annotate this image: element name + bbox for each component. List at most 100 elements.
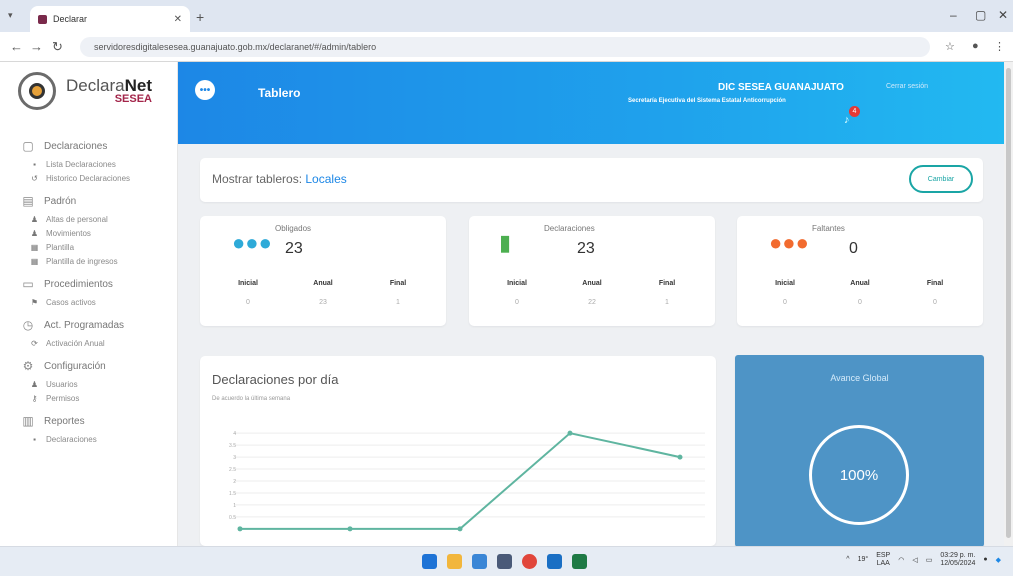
- restore-icon[interactable]: ▢: [975, 8, 986, 22]
- browser-tab-title: Declarar: [53, 14, 88, 24]
- reload-icon[interactable]: ↻: [52, 39, 63, 55]
- sidebar-item-casos-activos[interactable]: ⚑ Casos activos: [0, 295, 178, 309]
- boards-selector: Mostrar tableros: Locales: [212, 172, 347, 186]
- clock-icon: ◷: [22, 318, 34, 332]
- sidebar-item-label: Plantilla: [46, 242, 75, 252]
- stat-label: Obligados: [275, 224, 312, 233]
- user-name: DIC SESEA GUANAJUATO: [718, 82, 844, 93]
- stat-value: 0: [849, 240, 858, 257]
- page-title: Tablero: [258, 86, 301, 100]
- sidebar-section-padron[interactable]: ▤ Padrón: [0, 190, 178, 212]
- forward-icon[interactable]: →: [30, 39, 43, 54]
- change-boards-button[interactable]: Cambiar: [909, 165, 973, 193]
- app-logo[interactable]: DeclaraNet SESEA: [18, 72, 152, 110]
- stat-col-value: 0: [933, 299, 937, 306]
- sidebar-item-lista-declaraciones[interactable]: ▪ Lista Declaraciones: [0, 157, 178, 171]
- wifi-icon[interactable]: ◠: [898, 556, 904, 564]
- people-icon: ●●●: [232, 230, 272, 255]
- excel-icon[interactable]: [572, 554, 587, 569]
- minimize-icon[interactable]: –: [950, 8, 957, 22]
- notification-badge: 4: [849, 106, 860, 117]
- more-icon[interactable]: ⋮: [994, 40, 1005, 53]
- boards-label: Mostrar tableros:: [212, 172, 303, 186]
- sidebar-item-permisos[interactable]: ⚷ Permisos: [0, 391, 178, 405]
- chart-icon: ▥: [22, 414, 34, 428]
- tab-list-icon[interactable]: ▾: [8, 10, 13, 21]
- url-field[interactable]: servidoresdigitalesesea.guanajuato.gob.m…: [80, 37, 930, 57]
- chrome-icon[interactable]: [522, 554, 537, 569]
- favicon-icon: [38, 14, 47, 24]
- stat-col-value: 1: [665, 299, 669, 306]
- sidebar-section-label: Procedimientos: [44, 278, 113, 290]
- sidebar-section-reportes[interactable]: ▥ Reportes: [0, 410, 178, 432]
- sidebar-item-altas-personal[interactable]: ♟ Altas de personal: [0, 212, 178, 226]
- copilot-icon[interactable]: ◆: [996, 556, 1001, 564]
- new-tab-icon[interactable]: +: [196, 9, 204, 25]
- page-scrollbar[interactable]: [1004, 62, 1013, 546]
- sidebar-item-plantilla-ingresos[interactable]: ▦ Plantilla de ingresos: [0, 254, 178, 268]
- windows-start-icon[interactable]: [422, 554, 437, 569]
- url-text: servidoresdigitalesesea.guanajuato.gob.m…: [94, 42, 377, 52]
- sidebar-section-configuracion[interactable]: ⚙ Configuración: [0, 355, 178, 377]
- y-tick-label: 1.5: [229, 491, 236, 497]
- logout-link[interactable]: Cerrar sesión: [886, 83, 928, 90]
- user-add-icon: ♟: [30, 214, 39, 224]
- sidebar-item-reportes-declaraciones[interactable]: ▪ Declaraciones: [0, 432, 178, 446]
- sidebar-section-act-programadas[interactable]: ◷ Act. Programadas: [0, 314, 178, 336]
- notification-icon[interactable]: ●: [983, 556, 987, 563]
- stat-card-obligados: ●●● Obligados 23 Inicial 0 Anual 23 Final 1: [200, 216, 446, 326]
- photos-icon[interactable]: [472, 554, 487, 569]
- sidebar-item-plantilla[interactable]: ▦ Plantilla: [0, 240, 178, 254]
- sidebar-section-declaraciones[interactable]: ▢ Declaraciones: [0, 135, 178, 157]
- sidebar-section-label: Configuración: [44, 360, 106, 372]
- stat-label: Declaraciones: [544, 224, 595, 233]
- profile-icon[interactable]: ●: [972, 40, 979, 52]
- stat-col-value: 1: [396, 299, 400, 306]
- sidebar-section-label: Declaraciones: [44, 140, 108, 152]
- language-bottom: LAA: [876, 559, 890, 567]
- scrollbar-thumb[interactable]: [1006, 68, 1011, 538]
- stat-card-faltantes: ●●● Faltantes 0 Inicial 0 Anual 0 Final 0: [737, 216, 983, 326]
- sidebar-section-procedimientos[interactable]: ▭ Procedimientos: [0, 273, 178, 295]
- battery-icon[interactable]: ▭: [926, 556, 933, 564]
- bell-icon[interactable]: ♪: [844, 114, 850, 126]
- data-point[interactable]: [237, 526, 243, 532]
- menu-toggle-button[interactable]: •••: [195, 80, 215, 100]
- grid-icon: ▦: [30, 242, 39, 252]
- outlook-icon[interactable]: [547, 554, 562, 569]
- sidebar-item-usuarios[interactable]: ♟ Usuarios: [0, 377, 178, 391]
- sidebar-item-movimientos[interactable]: ♟ Movimientos: [0, 226, 178, 240]
- top-header: ••• Tablero DIC SESEA GUANAJUATO Secreta…: [178, 62, 1004, 144]
- file-explorer-icon[interactable]: [447, 554, 462, 569]
- sidebar-item-historico-declaraciones[interactable]: ↺ Historico Declaraciones: [0, 171, 178, 185]
- back-icon[interactable]: ←: [10, 39, 23, 54]
- window-close-icon[interactable]: ✕: [998, 8, 1008, 22]
- data-point[interactable]: [677, 454, 683, 460]
- clock-date: 12/05/2024: [940, 559, 976, 567]
- chevron-up-icon[interactable]: ^: [846, 556, 849, 563]
- store-icon[interactable]: [497, 554, 512, 569]
- users-icon: ♟: [30, 379, 39, 389]
- language-indicator[interactable]: ESP LAA: [876, 552, 890, 567]
- stat-col-header: Anual: [582, 280, 602, 287]
- y-tick-label: 3.5: [229, 443, 236, 449]
- stat-col-value: 0: [783, 299, 787, 306]
- sidebar-menu: ▢ Declaraciones ▪ Lista Declaraciones ↺ His…: [0, 130, 178, 446]
- sidebar-item-label: Usuarios: [46, 379, 78, 389]
- clock[interactable]: 03:29 p. m. 12/05/2024: [940, 552, 975, 567]
- star-icon[interactable]: ☆: [945, 40, 955, 53]
- sidebar-item-activacion-anual[interactable]: ⟳ Activación Anual: [0, 336, 178, 350]
- data-point[interactable]: [567, 430, 573, 436]
- stat-value: 23: [285, 240, 303, 257]
- volume-icon[interactable]: ◁: [912, 556, 917, 564]
- browser-tab[interactable]: Declarar ✕: [30, 6, 190, 32]
- list-icon: ▪: [33, 159, 36, 169]
- grid-icon: ▦: [30, 256, 39, 266]
- users-icon: ♟: [30, 228, 39, 238]
- clipboard-icon: ▤: [22, 194, 34, 208]
- refresh-icon: ⟳: [31, 338, 38, 348]
- data-point[interactable]: [457, 526, 463, 532]
- close-tab-icon[interactable]: ✕: [174, 14, 182, 25]
- data-point[interactable]: [347, 526, 353, 532]
- stat-col-header: Final: [658, 280, 676, 287]
